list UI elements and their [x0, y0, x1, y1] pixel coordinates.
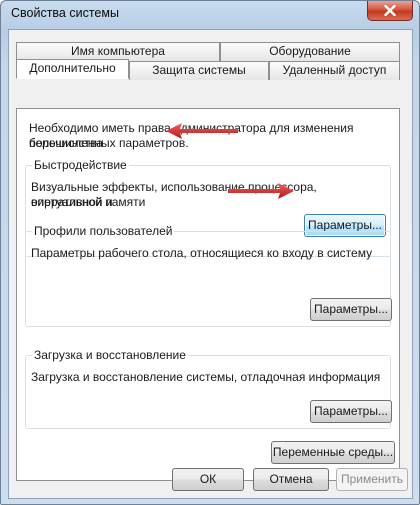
environment-variables-button[interactable]: Переменные среды... [271, 441, 395, 464]
tab-system-protection[interactable]: Защита системы [129, 61, 269, 80]
startup-recovery-desc: Загрузка и восстановление системы, отлад… [31, 370, 381, 384]
close-icon [384, 5, 396, 16]
tab-advanced-active[interactable]: Дополнительно [16, 59, 129, 79]
dialog-client-area: Имя компьютера Оборудование Защита систе… [8, 29, 413, 499]
red-arrow-icon [166, 123, 238, 139]
startup-recovery-settings-button[interactable]: Параметры... [310, 400, 392, 423]
user-profiles-desc: Параметры рабочего стола, относящиеся ко… [31, 246, 373, 260]
red-arrow-icon [228, 183, 294, 199]
tab-remote-access[interactable]: Удаленный доступ [269, 61, 400, 80]
startup-recovery-group: Загрузка и восстановление Загрузка и вос… [25, 348, 392, 429]
title-bar[interactable]: Свойства системы [1, 1, 419, 29]
cancel-button[interactable]: Отмена [253, 468, 329, 491]
system-properties-window: Свойства системы Имя компьютера Оборудов… [0, 0, 420, 505]
user-profiles-title: Профили пользователей [32, 224, 175, 239]
startup-recovery-title: Загрузка и восстановление [32, 348, 188, 363]
tab-hardware[interactable]: Оборудование [220, 42, 400, 61]
close-button[interactable] [367, 1, 413, 21]
user-profiles-settings-button[interactable]: Параметры... [310, 298, 392, 321]
user-profiles-group: Профили пользователей Параметры рабочего… [25, 224, 392, 327]
performance-title: Быстродействие [32, 158, 129, 173]
performance-desc-line2: виртуальной памяти [31, 195, 146, 209]
ok-button[interactable]: ОК [172, 468, 244, 491]
window-title: Свойства системы [11, 6, 119, 20]
apply-button[interactable]: Применить [336, 468, 408, 491]
tab-panel-advanced: Необходимо иметь права администратора дл… [16, 108, 400, 481]
